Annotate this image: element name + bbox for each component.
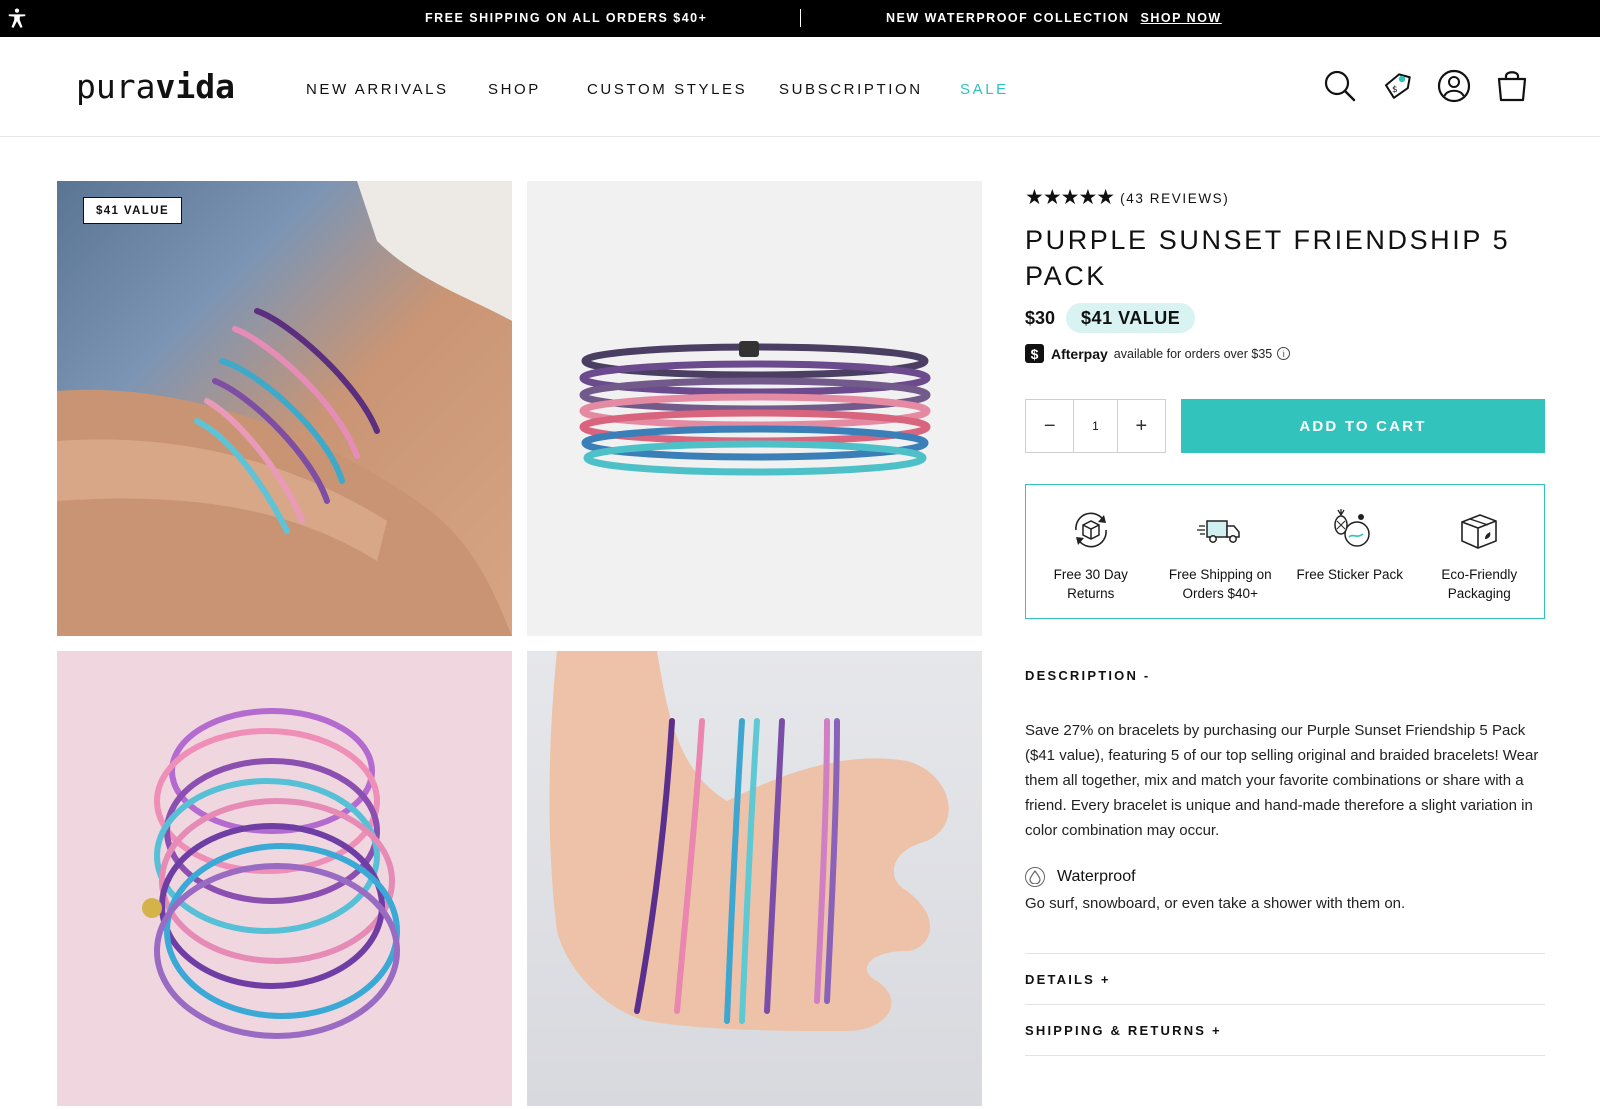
value-badge: $41 VALUE	[83, 197, 182, 224]
delivery-truck-icon	[1197, 520, 1240, 543]
perk-returns: Free 30 Day Returns	[1026, 485, 1156, 618]
divider	[1025, 1055, 1545, 1056]
accessibility-icon[interactable]	[6, 7, 28, 29]
afterpay-notice: $ Afterpay available for orders over $35…	[1025, 344, 1291, 363]
eco-box-icon	[1461, 514, 1498, 549]
svg-text:$: $	[1392, 85, 1398, 95]
waterproof-announcement: NEW WATERPROOF COLLECTION SHOP NOW	[886, 11, 1222, 25]
perk-stickers: Free Sticker Pack	[1285, 485, 1415, 618]
shopping-bag-icon[interactable]	[1494, 68, 1530, 104]
wrist-bracelets-photo[interactable]	[57, 181, 512, 636]
perk-stickers-label: Free Sticker Pack	[1296, 567, 1404, 582]
info-icon[interactable]: i	[1277, 347, 1291, 360]
puravida-logo[interactable]: puravida	[76, 67, 235, 106]
water-drop-icon	[1025, 867, 1045, 887]
quantity-input[interactable]: 1	[1073, 400, 1118, 452]
perk-shipping-label: Free Shipping on Orders $40+	[1168, 567, 1272, 601]
nav-new-arrivals[interactable]: NEW ARRIVALS	[306, 81, 449, 98]
search-icon[interactable]	[1322, 68, 1358, 104]
quantity-stepper: − 1 +	[1025, 399, 1166, 453]
rating-stars: ★★★★★	[1025, 186, 1115, 209]
nav-custom-styles[interactable]: CUSTOM STYLES	[587, 81, 747, 98]
price-row: $30 $41 VALUE	[1025, 303, 1196, 333]
nav-shop[interactable]: SHOP	[488, 81, 541, 98]
nav-sale[interactable]: SALE	[960, 81, 1009, 98]
perks-box: Free 30 Day Returns Free Shipping on Ord…	[1025, 484, 1545, 619]
waterproof-feature: Waterproof	[1025, 867, 1136, 887]
perk-shipping: Free Shipping on Orders $40+	[1156, 485, 1286, 618]
pink-background-bracelets-photo[interactable]	[57, 651, 512, 1106]
logo-part-light: pura	[76, 67, 156, 106]
shop-now-link[interactable]: SHOP NOW	[1141, 11, 1222, 25]
price-tag-icon[interactable]: $	[1378, 68, 1414, 104]
sticker-pack-icon	[1334, 509, 1370, 547]
waterproof-text: Go surf, snowboard, or even take a showe…	[1025, 895, 1406, 912]
stacked-bracelets-photo[interactable]	[527, 181, 982, 636]
logo-part-bold: vida	[155, 67, 235, 106]
decrease-quantity-button[interactable]: −	[1026, 400, 1073, 452]
divider	[1025, 1004, 1545, 1005]
product-price: $30	[1025, 307, 1056, 328]
returns-box-icon	[1074, 512, 1107, 548]
value-pill: $41 VALUE	[1066, 303, 1196, 333]
announcement-divider	[800, 9, 801, 27]
nav-subscription[interactable]: SUBSCRIPTION	[779, 81, 923, 98]
site-header: puravida NEW ARRIVALS SHOP CUSTOM STYLES…	[0, 37, 1600, 137]
shipping-announcement: FREE SHIPPING ON ALL ORDERS $40+	[425, 11, 708, 25]
perk-packaging: Eco-Friendly Packaging	[1415, 485, 1545, 618]
details-accordion[interactable]: DETAILS +	[1025, 972, 1111, 987]
hand-bracelets-photo[interactable]	[527, 651, 982, 1106]
perk-returns-label: Free 30 Day Returns	[1053, 567, 1128, 601]
add-to-cart-button[interactable]: ADD TO CART	[1181, 399, 1545, 453]
description-heading[interactable]: DESCRIPTION -	[1025, 668, 1150, 683]
increase-quantity-button[interactable]: +	[1118, 400, 1165, 452]
review-count[interactable]: (43 REVIEWS)	[1120, 191, 1229, 206]
shipping-returns-accordion[interactable]: SHIPPING & RETURNS +	[1025, 1023, 1222, 1038]
announcement-bar: FREE SHIPPING ON ALL ORDERS $40+ NEW WAT…	[0, 0, 1600, 37]
product-rating[interactable]: ★★★★★ (43 REVIEWS)	[1025, 185, 1229, 210]
product-title: PURPLE SUNSET FRIENDSHIP 5 PACK	[1025, 225, 1511, 291]
afterpay-name: Afterpay	[1051, 345, 1108, 362]
afterpay-text: available for orders over $35	[1113, 346, 1273, 361]
account-icon[interactable]	[1436, 68, 1472, 104]
afterpay-logo-icon: $	[1025, 344, 1044, 363]
perk-packaging-label: Eco-Friendly Packaging	[1441, 567, 1518, 601]
description-text: Save 27% on bracelets by purchasing our …	[1025, 722, 1539, 839]
waterproof-announcement-text: NEW WATERPROOF COLLECTION	[886, 11, 1130, 25]
waterproof-label: Waterproof	[1057, 868, 1136, 885]
divider	[1025, 953, 1545, 954]
